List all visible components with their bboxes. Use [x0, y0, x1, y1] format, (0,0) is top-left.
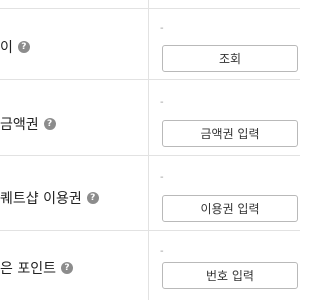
number-input-button[interactable]: 번호 입력 [162, 262, 298, 289]
row-divider [0, 230, 300, 231]
question-icon[interactable]: ? [17, 41, 30, 53]
question-icon[interactable]: ? [86, 192, 99, 204]
value-dash: - [160, 172, 164, 183]
row-label-amount-voucher: 금액권 ? [0, 114, 56, 134]
question-icon[interactable]: ? [60, 262, 73, 274]
value-dash: - [160, 23, 164, 34]
row-label-text: 은 포인트 [0, 261, 56, 277]
coupon-settings-panel: 이 ? - 조회 금액권 ? - 금액권 입력 퀘트샵 이용권 ? - 이용권 … [0, 0, 300, 300]
row-label-text: 이 [0, 40, 13, 56]
question-icon[interactable]: ? [43, 118, 56, 130]
row-divider [0, 8, 300, 9]
value-dash: - [160, 246, 164, 257]
row-label-shop-ticket: 퀘트샵 이용권 ? [0, 188, 99, 208]
row-divider [0, 155, 300, 156]
column-divider [148, 0, 149, 300]
row-label-text: 금액권 [0, 117, 39, 133]
row-label-points: 은 포인트 ? [0, 258, 73, 278]
row-label-lookup: 이 ? [0, 37, 30, 57]
ticket-input-button[interactable]: 이용권 입력 [162, 195, 298, 222]
row-divider [0, 79, 300, 80]
value-dash: - [160, 97, 164, 108]
row-label-text: 퀘트샵 이용권 [0, 191, 82, 207]
amount-voucher-input-button[interactable]: 금액권 입력 [162, 120, 298, 147]
lookup-button[interactable]: 조회 [162, 45, 298, 72]
